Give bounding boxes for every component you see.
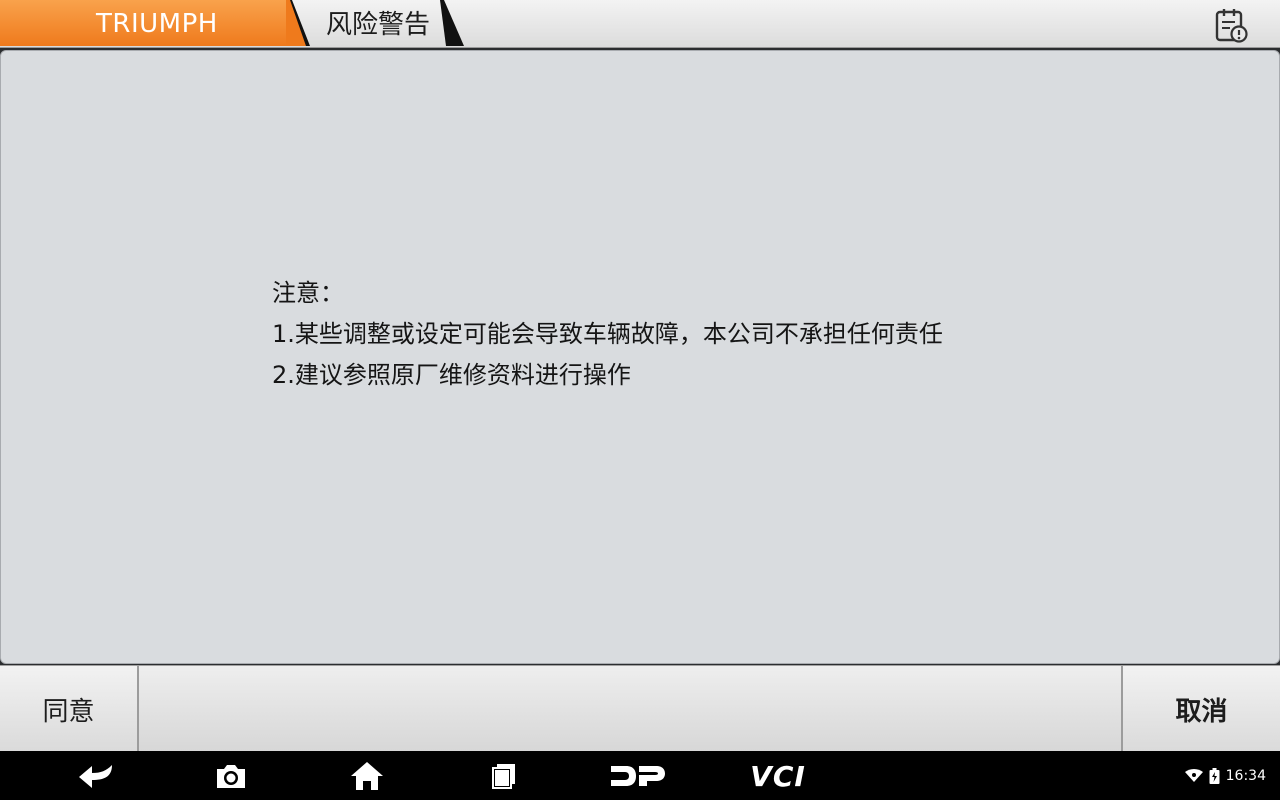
wifi-icon [1184,768,1203,782]
screenshot-button[interactable] [201,757,261,795]
breadcrumb-brand[interactable]: TRIUMPH [0,0,292,46]
app-window: TRIUMPH 风险警告 注意： 1.某些调整或设定可能会导致车辆故障，本公司不… [0,0,1280,800]
message-line: 1.某些调整或设定可能会导致车辆故障，本公司不承担任何责任 [272,320,943,348]
action-bar: 同意 取消 [0,665,1280,752]
calendar-alert-icon [1215,9,1248,43]
warning-message: 注意： 1.某些调整或设定可能会导致车辆故障，本公司不承担任何责任 2.建议参照… [272,273,943,396]
breadcrumb-separator-icon [440,0,464,46]
back-icon [79,765,112,788]
camera-icon [217,765,245,788]
battery-icon [1209,767,1220,784]
back-button[interactable] [66,757,126,795]
message-heading: 注意： [272,279,344,307]
report-button[interactable] [1210,5,1252,45]
home-button[interactable] [337,757,397,795]
vci-icon: VCI [750,759,806,793]
content-panel: 注意： 1.某些调整或设定可能会导致车辆故障，本公司不承担任何责任 2.建议参照… [0,50,1280,664]
message-line: 2.建议参照原厂维修资料进行操作 [272,361,631,389]
recent-apps-icon [492,764,515,789]
cancel-button[interactable]: 取消 [1121,666,1280,752]
header-bar: TRIUMPH 风险警告 [0,0,1280,48]
home-icon [351,762,383,790]
status-area: 16:34 [1184,751,1266,800]
breadcrumb-separator-icon [286,0,310,46]
dp-app-button[interactable] [602,757,674,795]
system-nav-bar: VCI 16:34 [0,751,1280,800]
vci-button[interactable]: VCI [740,757,816,795]
dp-logo-icon [611,766,665,786]
recent-apps-button[interactable] [474,757,534,795]
clock: 16:34 [1225,767,1266,784]
page-title: 风险警告 [326,10,431,40]
agree-button[interactable]: 同意 [0,666,139,752]
